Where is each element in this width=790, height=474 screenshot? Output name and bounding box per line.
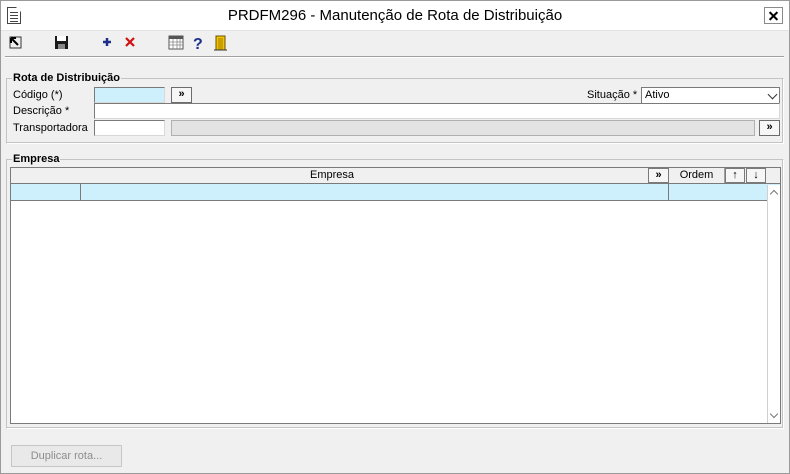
scroll-up-icon[interactable] (769, 189, 779, 199)
svg-text:?: ? (193, 36, 203, 51)
situacao-select[interactable]: Ativo (641, 87, 780, 104)
move-up-button[interactable]: ↑ (725, 168, 745, 183)
close-button[interactable] (764, 7, 783, 24)
column-header-empresa[interactable]: Empresa (11, 168, 654, 183)
empresa-lookup-button[interactable]: » (648, 168, 669, 183)
calendar-icon[interactable] (168, 35, 186, 53)
codigo-lookup-button[interactable]: » (171, 87, 192, 103)
transportadora-label: Transportadora (13, 122, 88, 134)
cell-empresa[interactable] (81, 184, 669, 200)
cell-ordem[interactable] (669, 184, 766, 200)
window-title: PRDFM296 - Manutenção de Rota de Distrib… (227, 7, 563, 24)
main-window: PRDFM296 - Manutenção de Rota de Distrib… (0, 0, 790, 474)
chevron-down-icon (767, 89, 778, 100)
duplicar-rota-button[interactable]: Duplicar rota... (11, 445, 122, 467)
situacao-label: Situação * (587, 89, 638, 101)
descricao-field[interactable] (94, 103, 780, 119)
delete-icon[interactable] (123, 35, 141, 53)
door-exit-icon[interactable] (213, 35, 231, 53)
add-icon[interactable] (100, 35, 118, 53)
situacao-value: Ativo (645, 89, 670, 101)
empresa-grid[interactable]: Empresa » Ordem ↑ ↓ (10, 167, 781, 424)
save-icon[interactable] (54, 35, 72, 53)
empresa-legend: Empresa (12, 153, 61, 165)
toolbar: ? (1, 32, 789, 56)
descricao-label: Descrição * (13, 105, 70, 117)
transportadora-code-field[interactable] (94, 120, 165, 136)
vertical-scrollbar[interactable] (767, 185, 780, 423)
toolbar-separator (5, 56, 784, 58)
grid-header: Empresa » Ordem ↑ ↓ (11, 168, 780, 184)
exit-icon[interactable] (8, 35, 26, 53)
rota-legend: Rota de Distribuição (12, 72, 121, 84)
transportadora-name-field (171, 120, 755, 136)
column-header-ordem[interactable]: Ordem (669, 168, 725, 183)
codigo-label: Código (*) (13, 89, 63, 101)
help-icon[interactable]: ? (191, 35, 209, 53)
cell-codigo[interactable] (11, 184, 81, 200)
title-bar[interactable]: PRDFM296 - Manutenção de Rota de Distrib… (1, 1, 789, 31)
table-row[interactable] (11, 184, 780, 201)
move-down-button[interactable]: ↓ (746, 168, 766, 183)
codigo-field[interactable] (94, 87, 165, 103)
transportadora-lookup-button[interactable]: » (759, 120, 780, 136)
scroll-down-icon[interactable] (769, 409, 779, 419)
